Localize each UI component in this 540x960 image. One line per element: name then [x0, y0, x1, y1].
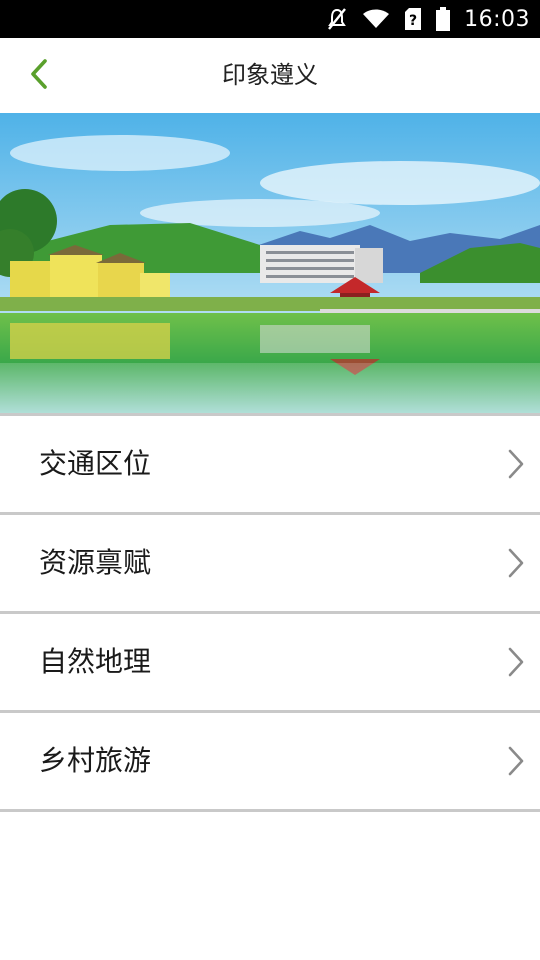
menu-list: 交通区位 资源禀赋 自然地理 乡村旅游 — [0, 413, 540, 812]
menu-item-rural-tourism[interactable]: 乡村旅游 — [0, 713, 540, 812]
chevron-right-icon — [506, 547, 526, 579]
menu-item-resources[interactable]: 资源禀赋 — [0, 515, 540, 614]
back-button[interactable] — [14, 52, 64, 100]
status-clock: 16:03 — [464, 6, 530, 32]
battery-icon — [436, 7, 451, 31]
menu-item-transport-location[interactable]: 交通区位 — [0, 413, 540, 515]
status-bar: ? 16:03 — [0, 0, 540, 38]
chevron-left-icon — [29, 58, 49, 94]
menu-item-natural-geography[interactable]: 自然地理 — [0, 614, 540, 713]
chevron-right-icon — [506, 745, 526, 777]
wifi-icon — [362, 8, 390, 30]
mute-icon — [326, 7, 348, 31]
banner-image — [0, 113, 540, 413]
chevron-right-icon — [506, 448, 526, 480]
app-bar: 印象遵义 — [0, 38, 540, 113]
menu-item-label: 交通区位 — [39, 447, 152, 480]
chevron-right-icon — [506, 646, 526, 678]
status-icons: ? 16:03 — [326, 0, 530, 38]
menu-item-label: 自然地理 — [39, 645, 152, 678]
menu-item-label: 乡村旅游 — [39, 744, 152, 777]
page-title: 印象遵义 — [222, 61, 318, 89]
menu-item-label: 资源禀赋 — [39, 546, 152, 579]
scenic-town-lake-photo — [0, 113, 540, 413]
svg-text:?: ? — [409, 13, 417, 29]
sim-unknown-icon: ? — [404, 7, 422, 31]
